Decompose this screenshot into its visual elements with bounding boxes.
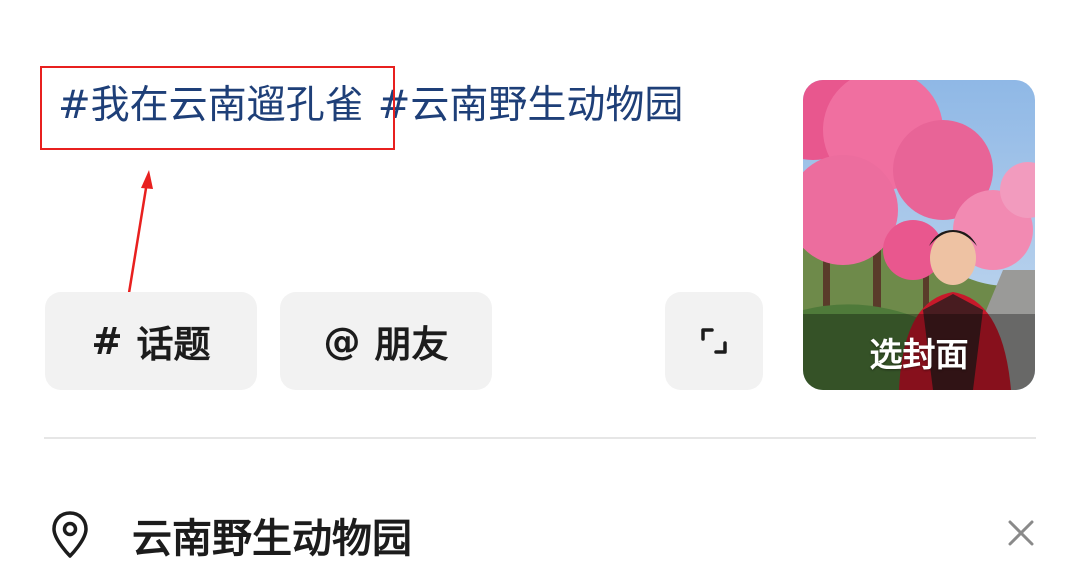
location-name: 云南野生动物园 (132, 516, 412, 562)
hash-icon: # (91, 319, 123, 363)
hashtag-link[interactable]: #云南野生动物园 (378, 83, 684, 128)
section-divider (44, 437, 1036, 439)
cover-thumbnail[interactable]: 选封面 (803, 80, 1035, 390)
topic-label: 话题 (136, 323, 211, 366)
expand-icon (701, 328, 727, 354)
add-topic-button[interactable]: # 话题 (45, 292, 257, 390)
expand-editor-button[interactable] (665, 292, 763, 390)
close-icon[interactable] (1006, 518, 1036, 548)
annotation-arrow (127, 170, 153, 294)
annotation-highlight-box (40, 66, 395, 150)
mention-friend-button[interactable]: @ 朋友 (280, 292, 492, 390)
location-row[interactable]: 云南野生动物园 (44, 490, 1039, 580)
friend-label: 朋友 (374, 323, 449, 366)
location-pin-icon (52, 511, 88, 558)
at-icon: @ (323, 319, 361, 363)
select-cover-label: 选封面 (803, 314, 1035, 390)
